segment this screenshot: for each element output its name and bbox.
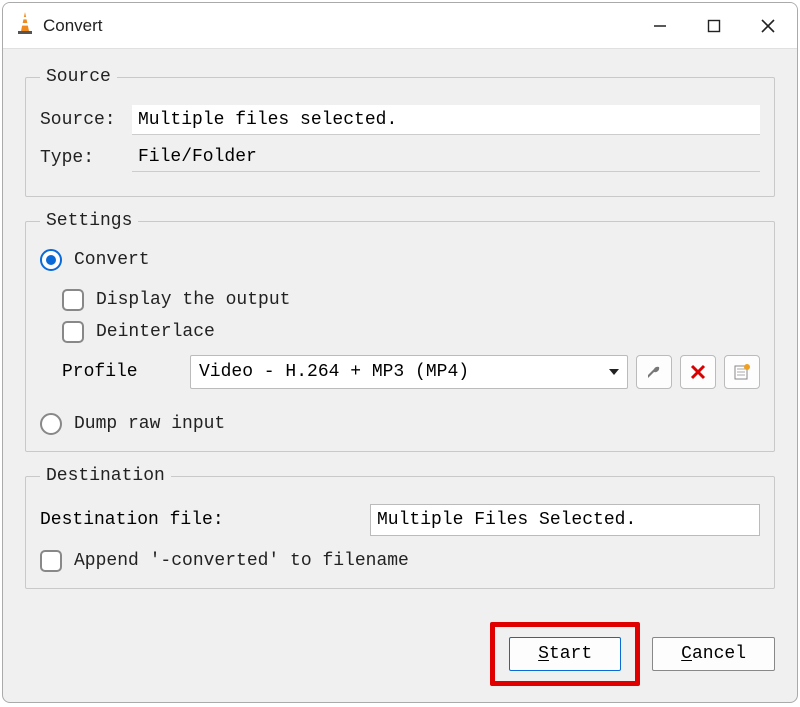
delete-icon bbox=[690, 364, 706, 380]
chevron-down-icon bbox=[609, 369, 619, 375]
titlebar: Convert bbox=[3, 3, 797, 49]
settings-legend: Settings bbox=[40, 211, 138, 231]
destination-file-input[interactable] bbox=[370, 504, 760, 536]
convert-radio[interactable] bbox=[40, 249, 62, 271]
profile-selected-value: Video - H.264 + MP3 (MP4) bbox=[199, 362, 469, 382]
dialog-content: Source Source: Type: File/Folder Setting… bbox=[3, 49, 797, 616]
append-converted-label: Append '-converted' to filename bbox=[74, 551, 409, 571]
append-converted-checkbox[interactable] bbox=[40, 550, 62, 572]
source-label: Source: bbox=[40, 110, 132, 130]
maximize-button[interactable] bbox=[687, 3, 741, 49]
type-label: Type: bbox=[40, 148, 132, 168]
destination-file-label: Destination file: bbox=[40, 510, 370, 530]
app-icon bbox=[15, 11, 35, 40]
convert-radio-label: Convert bbox=[74, 250, 150, 270]
annotation-highlight: Start bbox=[490, 622, 640, 686]
convert-dialog: Convert Source Source: Type: File/Folder… bbox=[2, 2, 798, 703]
window-title: Convert bbox=[43, 16, 633, 36]
type-value: File/Folder bbox=[132, 143, 760, 172]
dump-raw-label: Dump raw input bbox=[74, 414, 225, 434]
display-output-checkbox[interactable] bbox=[62, 289, 84, 311]
source-legend: Source bbox=[40, 67, 117, 87]
minimize-button[interactable] bbox=[633, 3, 687, 49]
dump-raw-radio[interactable] bbox=[40, 413, 62, 435]
profile-select[interactable]: Video - H.264 + MP3 (MP4) bbox=[190, 355, 628, 389]
delete-profile-button[interactable] bbox=[680, 355, 716, 389]
edit-profile-button[interactable] bbox=[636, 355, 672, 389]
close-button[interactable] bbox=[741, 3, 795, 49]
wrench-icon bbox=[645, 363, 663, 381]
settings-group: Settings Convert Display the output Dein… bbox=[25, 211, 775, 452]
cancel-button-tail: ancel bbox=[692, 644, 746, 664]
start-button[interactable]: Start bbox=[509, 637, 621, 671]
deinterlace-label: Deinterlace bbox=[96, 322, 215, 342]
dialog-footer: Start Cancel bbox=[3, 616, 797, 702]
new-profile-button[interactable] bbox=[724, 355, 760, 389]
source-field[interactable] bbox=[132, 105, 760, 135]
destination-legend: Destination bbox=[40, 466, 171, 486]
deinterlace-checkbox[interactable] bbox=[62, 321, 84, 343]
destination-group: Destination Destination file: Append '-c… bbox=[25, 466, 775, 589]
display-output-label: Display the output bbox=[96, 290, 290, 310]
cancel-button[interactable]: Cancel bbox=[652, 637, 775, 671]
start-button-tail: tart bbox=[549, 644, 592, 664]
profile-label: Profile bbox=[62, 362, 190, 382]
new-profile-icon bbox=[733, 363, 751, 381]
source-group: Source Source: Type: File/Folder bbox=[25, 67, 775, 197]
